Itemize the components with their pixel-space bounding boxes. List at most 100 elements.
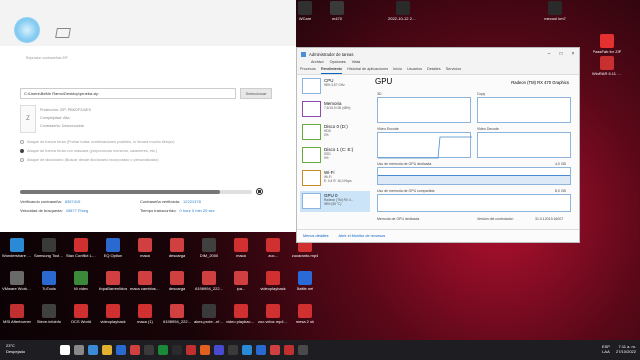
desktop-icon[interactable]: zuc...	[258, 238, 288, 258]
perf-item-disk[interactable]: Disco 1 (C: E:) SSD 0%	[300, 145, 370, 166]
taskbar-app-icon[interactable]	[242, 345, 252, 355]
desktop-icon-label: maca (1)	[137, 319, 153, 324]
taskbar-app-icon[interactable]	[284, 345, 294, 355]
desktop-app-icon	[234, 238, 248, 252]
desktop-icon[interactable]: maca	[130, 238, 160, 258]
weather-widget[interactable]: 23°C Despejado	[6, 343, 25, 355]
desktop-icon-label: Battle.net	[296, 286, 314, 291]
desktop-icon[interactable]: OCS World	[66, 304, 96, 324]
taskbar-app-icon[interactable]	[214, 345, 224, 355]
gpu-panel: GPU Radeon (TM) RX 470 Graphics 3D Copy …	[375, 76, 573, 230]
desktop-icon-label: MSI Afterburner	[2, 319, 31, 324]
desktop-icon[interactable]: video playback (1)	[226, 304, 256, 324]
desktop-icon[interactable]: Wondershare Filmora9	[2, 238, 32, 258]
desktop-icon[interactable]: Steve.infoinfo	[34, 304, 64, 324]
taskbar-app-icon[interactable]	[270, 345, 280, 355]
minimize-icon[interactable]: –	[543, 51, 555, 57]
menu-vista[interactable]: Vista	[352, 60, 360, 67]
perf-item-cpu[interactable]: CPU 96% 3,57 GHz	[300, 76, 370, 97]
resource-monitor-link[interactable]: Abrir el Monitor de recursos	[339, 234, 386, 238]
start-icon[interactable]	[60, 345, 70, 355]
desktop-icon[interactable]: videoplayback	[258, 271, 288, 291]
desktop-icon[interactable]: ifopaBarrenlidos	[98, 271, 128, 291]
perf-item-net[interactable]: Wi-Fi Wi-Fi E: 0,4 R: 16,0 Kbps	[300, 168, 370, 189]
desktop-icon[interactable]: DIM_2000	[194, 238, 224, 258]
tab-detalles[interactable]: Detalles	[427, 67, 441, 74]
desktop-icon[interactable]: ipa...	[226, 271, 256, 291]
option-brute-force[interactable]: Ataque de fuerza bruta (Probar todas com…	[20, 140, 175, 144]
less-details-link[interactable]: Menos detalles	[303, 234, 329, 238]
desktop-icon[interactable]: videoplayback	[98, 304, 128, 324]
option-mask[interactable]: Ataque de fuerza bruta con máscara (prop…	[20, 149, 157, 153]
menu-archivo[interactable]: Archivo	[311, 60, 324, 67]
taskbar-app-icon[interactable]	[102, 345, 112, 355]
desktop-icon[interactable]: zuc.veloz.mp4 (1) codownload	[258, 304, 288, 324]
taskbar-app-icon[interactable]	[256, 345, 266, 355]
desktop-icon[interactable]: WinRAR 6.11 Multi...	[592, 56, 622, 76]
taskbar-app-icon[interactable]	[88, 345, 98, 355]
desktop-icon[interactable]: 6198994_222...	[194, 271, 224, 291]
desktop-icon[interactable]: maca cambios filtros	[130, 271, 160, 291]
menu-opciones[interactable]: Opciones	[330, 60, 346, 67]
password-tool-window: Reprodun contraseñas ZIP C:\Users\BeMe R…	[0, 0, 296, 232]
taskbar-app-icon[interactable]	[158, 345, 168, 355]
clock-date: 27/10/2022	[615, 349, 636, 354]
desktop-icon[interactable]: m470	[322, 1, 352, 21]
language-indicator[interactable]: ESP LAA	[602, 344, 610, 354]
desktop-icon[interactable]: descarga	[162, 238, 192, 258]
driver-value: 31.0.12019.16007	[535, 217, 564, 221]
perf-item-disk[interactable]: Disco 0 (D:) HDD 0%	[300, 122, 370, 143]
gpu-model: Radeon (TM) RX 470 Graphics	[511, 80, 569, 85]
tab-historial[interactable]: Historial de aplicaciones	[347, 67, 388, 74]
desktop-icon[interactable]: 6198994_222...	[162, 304, 192, 324]
stop-button[interactable]	[256, 188, 263, 195]
perf-item-gpu[interactable]: GPU 0 Radeon (TM) RX 4... 98% (55 °C)	[300, 191, 370, 212]
select-file-button[interactable]: Seleccionar	[240, 88, 272, 99]
desktop-icon[interactable]: Samsung Tool PRO	[34, 238, 64, 258]
desktop-icon[interactable]: Mi video	[66, 271, 96, 291]
tm-titlebar[interactable]: Administrador de tareas – □ ×	[297, 48, 579, 60]
taskbar-app-icon[interactable]	[298, 345, 308, 355]
perf-item-mem[interactable]: Memoria 7,6/15,9 GB (48%)	[300, 99, 370, 120]
radio-mask[interactable]	[20, 149, 24, 153]
taskbar-app-icon[interactable]	[172, 345, 182, 355]
tab-procesos[interactable]: Procesos	[300, 67, 316, 74]
desktop-icon[interactable]: mecool km7	[540, 1, 570, 21]
desktop-icon[interactable]: Stax Conflict Launcher	[66, 238, 96, 258]
taskbar-app-icon[interactable]	[116, 345, 126, 355]
progress-fill	[20, 190, 220, 194]
radio-dictionary[interactable]	[20, 158, 24, 162]
desktop-icon[interactable]: akes.prote...nfhtml	[194, 304, 224, 324]
desktop-icon[interactable]: TuTools	[34, 271, 64, 291]
radio-brute-force[interactable]	[20, 140, 24, 144]
tab-servicios[interactable]: Servicios	[446, 67, 461, 74]
desktop-icon[interactable]: Battle.net	[290, 271, 320, 291]
tab-inicio[interactable]: Inicio	[393, 67, 402, 74]
desktop-icon[interactable]: mesa 2 ok	[290, 304, 320, 324]
maximize-icon[interactable]: □	[555, 51, 567, 57]
taskbar-app-icon[interactable]	[130, 345, 140, 355]
desktop-icon[interactable]: 2022-10-12 20-46-22	[388, 1, 418, 21]
taskbar-app-icon[interactable]	[144, 345, 154, 355]
taskbar-app-icon[interactable]	[186, 345, 196, 355]
file-type-badge: Z	[20, 105, 36, 133]
desktop-icon[interactable]: descarga	[162, 271, 192, 291]
desktop-icon[interactable]: maca (1)	[130, 304, 160, 324]
clock[interactable]: 7:11 a. m. 27/10/2022	[616, 344, 636, 354]
tab-rendimiento[interactable]: Rendimiento	[320, 67, 343, 74]
desktop-icon[interactable]: MSI Afterburner	[2, 304, 32, 324]
tab-usuarios[interactable]: Usuarios	[407, 67, 422, 74]
desktop-icon[interactable]: EQ Option	[98, 238, 128, 258]
desktop-icon[interactable]: PassFab for ZIP	[592, 34, 622, 54]
desktop-icon-label: Mi video	[73, 286, 89, 291]
close-icon[interactable]: ×	[567, 51, 579, 57]
taskbar-app-icon[interactable]	[200, 345, 210, 355]
encode-line	[378, 136, 472, 159]
option-dictionary[interactable]: Ataque de diccionario (Buscar desde dicc…	[20, 158, 159, 162]
taskbar-app-icon[interactable]	[228, 345, 238, 355]
taskbar-app-icon[interactable]	[74, 345, 84, 355]
zip-path-field[interactable]: C:\Users\BeMe Ramo\Desktop\prueba.zip	[20, 88, 236, 99]
laptop-icon	[55, 28, 71, 38]
desktop-icon[interactable]: VMware Workstation Pro	[2, 271, 32, 291]
desktop-icon[interactable]: maca	[226, 238, 256, 258]
